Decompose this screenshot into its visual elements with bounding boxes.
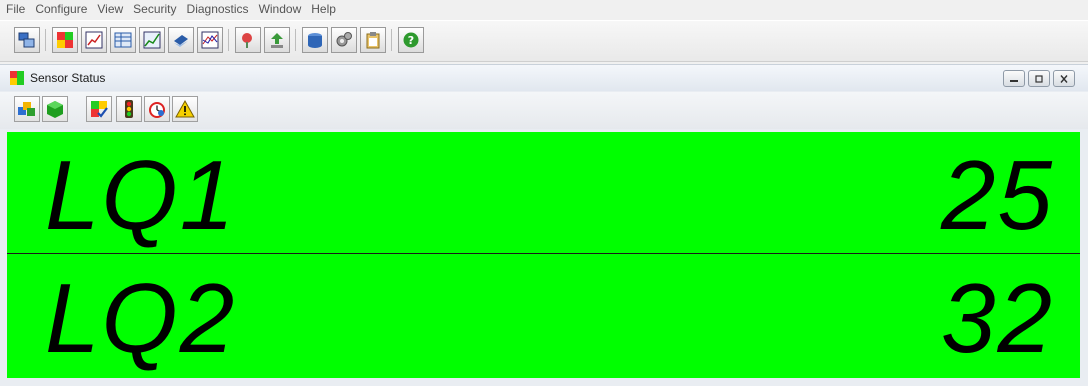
checklist-button[interactable] (86, 96, 112, 122)
close-icon (1060, 74, 1068, 83)
cubes-button[interactable] (14, 96, 40, 122)
window-title: Sensor Status (30, 71, 106, 85)
menu-configure[interactable]: Configure (30, 0, 92, 18)
map-pin-button[interactable] (235, 27, 261, 53)
sensor-status-window: Sensor Status LQ1 25 LQ2 32 (0, 64, 1088, 386)
trend-graph-button[interactable] (139, 27, 165, 53)
chart-report-button[interactable] (81, 27, 107, 53)
sensor-grid-icon (57, 32, 73, 48)
gears-button[interactable] (331, 27, 357, 53)
network-computer-button[interactable] (14, 27, 40, 53)
sensor-value: 25 (940, 140, 1054, 250)
warning-button[interactable] (172, 96, 198, 122)
green-cube-button[interactable] (42, 96, 68, 122)
sensor-status-panel: LQ1 25 LQ2 32 (7, 132, 1080, 378)
window-title-bar[interactable]: Sensor Status (0, 65, 1088, 91)
table-view-button[interactable] (110, 27, 136, 53)
sensor-row[interactable]: LQ1 25 (7, 132, 1080, 254)
table-view-icon (114, 32, 132, 48)
checklist-icon (91, 101, 108, 118)
traffic-light-button[interactable] (116, 96, 142, 122)
warning-icon (175, 99, 195, 118)
cubes-icon (18, 102, 35, 116)
maximize-button[interactable] (1028, 70, 1050, 87)
svg-text:?: ? (408, 34, 414, 47)
map-pin-icon (242, 33, 252, 48)
minimize-button[interactable] (1003, 70, 1025, 87)
app-toolbar: ? (0, 20, 1088, 62)
menu-file[interactable]: File (0, 0, 30, 18)
menu-security[interactable]: Security (128, 0, 181, 18)
clipboard-button[interactable] (360, 27, 386, 53)
database-button[interactable] (302, 27, 328, 53)
gears-icon (336, 32, 352, 47)
alarm-clock-icon (149, 102, 165, 118)
sensor-status-window-icon (10, 71, 24, 85)
menu-bar: File Configure View Security Diagnostics… (0, 0, 1088, 18)
alarm-clock-button[interactable] (144, 96, 170, 122)
sensor-toolbar (0, 92, 1088, 129)
multi-trend-button[interactable] (197, 27, 223, 53)
help-button[interactable]: ? (398, 27, 424, 53)
export-button[interactable] (264, 27, 290, 53)
sensor-value: 32 (940, 263, 1054, 373)
sensor-row[interactable]: LQ2 32 (7, 255, 1080, 378)
sensor-grid-button[interactable] (52, 27, 78, 53)
minimize-icon (1010, 79, 1018, 82)
traffic-light-icon (125, 100, 133, 118)
sensor-name: LQ2 (45, 263, 237, 373)
clipboard-icon (366, 32, 380, 49)
book-button[interactable] (168, 27, 194, 53)
menu-diagnostics[interactable]: Diagnostics (182, 0, 254, 18)
green-cube-icon (47, 101, 63, 118)
menu-window[interactable]: Window (254, 0, 307, 18)
help-icon: ? (403, 32, 419, 48)
chart-report-icon (85, 31, 103, 49)
book-icon (174, 35, 188, 47)
export-icon (271, 33, 283, 48)
maximize-icon (1035, 74, 1043, 83)
database-icon (308, 33, 322, 48)
menu-view[interactable]: View (92, 0, 128, 18)
sensor-name: LQ1 (45, 140, 237, 250)
trend-graph-icon (143, 31, 161, 49)
close-button[interactable] (1053, 70, 1075, 87)
menu-help[interactable]: Help (306, 0, 341, 18)
multi-trend-icon (201, 31, 219, 49)
network-computer-icon (18, 32, 35, 48)
